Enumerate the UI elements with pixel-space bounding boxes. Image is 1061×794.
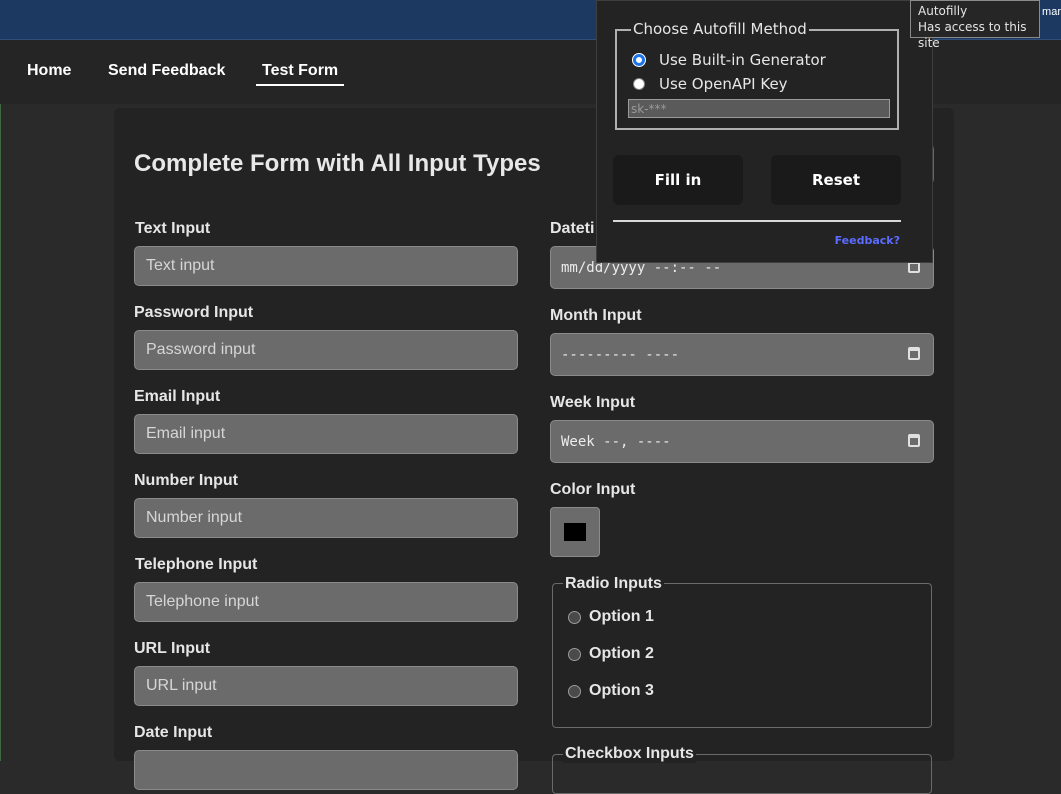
date-input[interactable] xyxy=(134,750,518,790)
topbar-clipped-text: mar xyxy=(1042,6,1061,18)
popup-divider xyxy=(613,220,901,222)
month-value: --------- ---- xyxy=(561,346,680,363)
datetime-input-label: Dateti xyxy=(550,220,595,237)
month-input[interactable]: --------- ---- xyxy=(550,333,934,376)
radio-circle[interactable] xyxy=(568,684,581,698)
radio-option-label: Option 2 xyxy=(589,645,654,662)
password-input-label: Password Input xyxy=(134,304,254,321)
nav-test-form[interactable]: Test Form xyxy=(256,62,345,86)
telephone-input[interactable]: Telephone input xyxy=(134,582,518,622)
radio-selected[interactable] xyxy=(633,54,645,66)
autofill-method-legend: Choose Autofill Method xyxy=(631,20,809,38)
tooltip-subtitle: Has access to this site xyxy=(918,20,1027,50)
nav-send-feedback[interactable]: Send Feedback xyxy=(108,62,225,80)
form-title: Complete Form with All Input Types xyxy=(134,150,541,177)
radio-option-label: Option 1 xyxy=(589,608,654,625)
radio-circle[interactable] xyxy=(568,610,581,624)
email-input-label: Email Input xyxy=(134,388,221,405)
email-input[interactable]: Email input xyxy=(134,414,518,454)
fill-in-button[interactable]: Fill in xyxy=(613,155,743,205)
color-input-label: Color Input xyxy=(550,481,636,498)
reset-button[interactable]: Reset xyxy=(771,155,901,205)
radio-option-1[interactable]: Option 1 xyxy=(568,608,654,626)
url-input-label: URL Input xyxy=(134,640,211,657)
openapi-key-option[interactable]: Use OpenAPI Key xyxy=(633,75,788,93)
radio-circle[interactable] xyxy=(568,647,581,661)
api-key-input[interactable]: sk-*** xyxy=(628,99,890,118)
week-input-label: Week Input xyxy=(550,394,636,411)
radio-option-2[interactable]: Option 2 xyxy=(568,645,654,663)
window-edge xyxy=(0,40,1,761)
month-input-label: Month Input xyxy=(550,307,642,324)
autofill-popup: Choose Autofill Method Use Built-in Gene… xyxy=(596,0,933,263)
checkbox-legend: Checkbox Inputs xyxy=(563,745,696,763)
radio-option-3[interactable]: Option 3 xyxy=(568,682,654,700)
radio-unselected[interactable] xyxy=(633,78,645,90)
number-input[interactable]: Number input xyxy=(134,498,518,538)
radio-legend: Radio Inputs xyxy=(563,575,664,593)
radio-option-label: Option 3 xyxy=(589,682,654,699)
week-input[interactable]: Week --, ---- xyxy=(550,420,934,463)
openapi-key-label: Use OpenAPI Key xyxy=(659,75,788,93)
calendar-icon[interactable] xyxy=(908,347,920,360)
builtin-generator-label: Use Built-in Generator xyxy=(659,51,826,69)
extension-tooltip: Autofilly Has access to this site xyxy=(910,0,1040,50)
color-swatch xyxy=(564,523,586,541)
calendar-icon[interactable] xyxy=(908,434,920,447)
color-input[interactable] xyxy=(550,507,600,557)
text-input[interactable]: Text input xyxy=(134,246,518,286)
builtin-generator-option[interactable]: Use Built-in Generator xyxy=(633,51,826,69)
url-input[interactable]: URL input xyxy=(134,666,518,706)
feedback-link[interactable]: Feedback? xyxy=(835,234,900,247)
tooltip-title: Autofilly xyxy=(918,4,968,18)
number-input-label: Number Input xyxy=(134,472,238,489)
telephone-input-label: Telephone Input xyxy=(135,556,258,573)
text-input-label: Text Input xyxy=(135,220,211,237)
date-input-label: Date Input xyxy=(134,724,213,741)
password-input[interactable]: Password input xyxy=(134,330,518,370)
week-value: Week --, ---- xyxy=(561,433,671,450)
nav-home[interactable]: Home xyxy=(27,62,71,80)
